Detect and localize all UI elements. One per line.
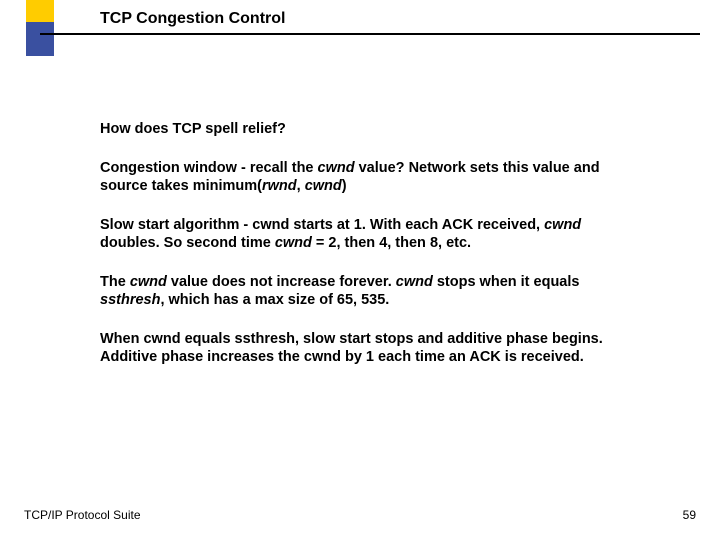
title-rule: [40, 33, 700, 35]
slide-header: TCP Congestion Control: [0, 0, 720, 60]
slide-content: How does TCP spell relief? Congestion wi…: [100, 120, 640, 387]
term-rwnd: rwnd: [262, 178, 297, 194]
text: doubles. So second time: [100, 235, 275, 251]
text: stops when it equals: [433, 274, 580, 290]
term-cwnd: cwnd: [318, 160, 355, 176]
text: , which has a max size of 65, 535.: [160, 292, 389, 308]
title-wrap: TCP Congestion Control: [100, 10, 690, 28]
term-cwnd: cwnd: [544, 217, 581, 233]
term-cwnd: cwnd: [130, 274, 167, 290]
text: Slow start algorithm - cwnd starts at 1.…: [100, 217, 544, 233]
logo-icon: [26, 0, 54, 60]
text: value does not increase forever.: [167, 274, 396, 290]
text: ): [342, 178, 347, 194]
paragraph-2: Slow start algorithm - cwnd starts at 1.…: [100, 216, 640, 253]
text: Congestion window - recall the: [100, 160, 318, 176]
term-cwnd: cwnd: [275, 235, 312, 251]
footer-text: TCP/IP Protocol Suite: [24, 508, 141, 522]
term-cwnd: cwnd: [396, 274, 433, 290]
content-heading: How does TCP spell relief?: [100, 120, 640, 139]
text: = 2, then 4, then 8, etc.: [312, 235, 471, 251]
text: The: [100, 274, 130, 290]
text: ,: [297, 178, 305, 194]
paragraph-1: Congestion window - recall the cwnd valu…: [100, 159, 640, 196]
term-cwnd: cwnd: [305, 178, 342, 194]
page-number: 59: [683, 508, 696, 522]
slide-title: TCP Congestion Control: [100, 10, 690, 28]
term-ssthresh: ssthresh: [100, 292, 160, 308]
paragraph-3: The cwnd value does not increase forever…: [100, 273, 640, 310]
paragraph-4: When cwnd equals ssthresh, slow start st…: [100, 330, 640, 367]
